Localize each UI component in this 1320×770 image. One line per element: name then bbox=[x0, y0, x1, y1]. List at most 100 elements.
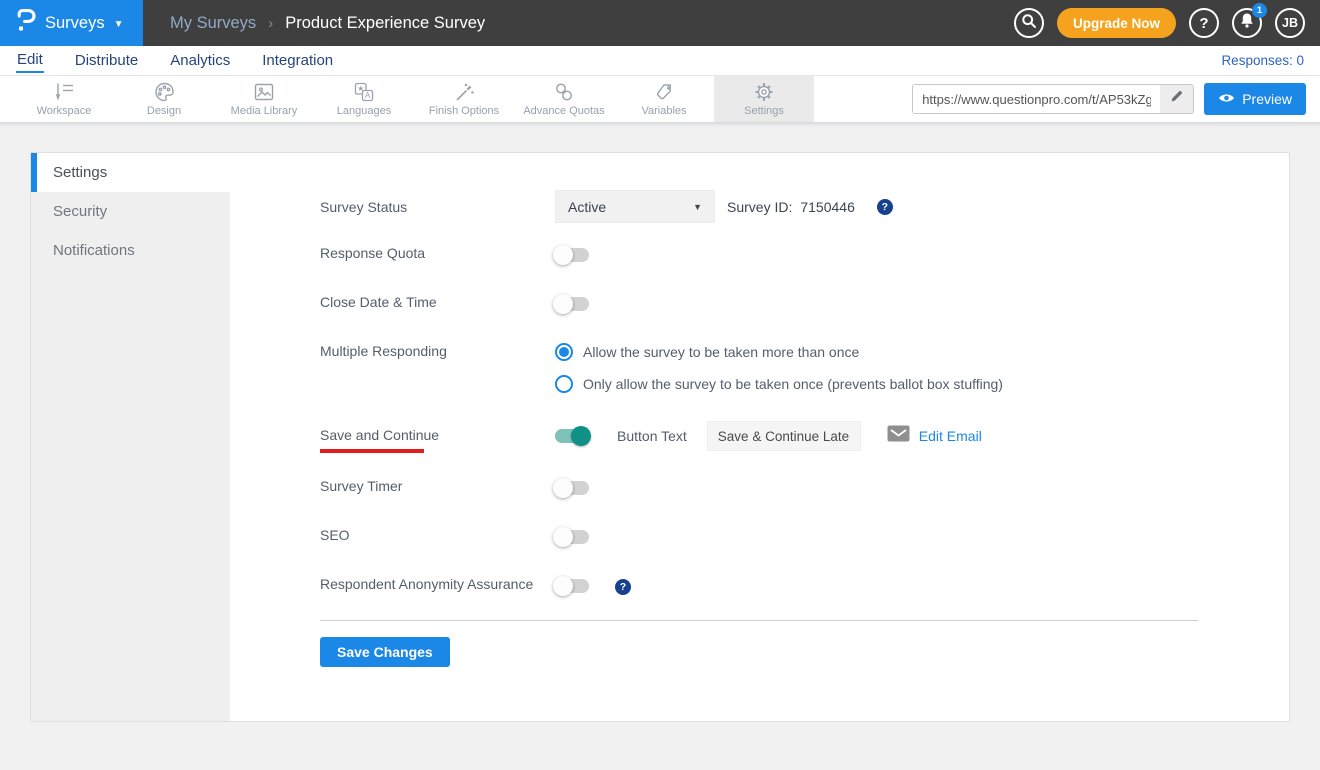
avatar[interactable]: JB bbox=[1275, 8, 1305, 38]
svg-text:A: A bbox=[365, 91, 371, 100]
preview-label: Preview bbox=[1242, 91, 1292, 107]
chevron-down-icon: ▼ bbox=[114, 19, 124, 30]
toolbar-label: Variables bbox=[641, 105, 686, 117]
product-name: Surveys bbox=[45, 14, 105, 33]
tab-edit[interactable]: Edit bbox=[16, 48, 44, 73]
survey-status-label: Survey Status bbox=[320, 199, 555, 215]
palette-icon bbox=[153, 81, 176, 103]
multiple-responding-label: Multiple Responding bbox=[320, 343, 555, 359]
edit-url-button[interactable] bbox=[1160, 85, 1193, 113]
pencil-icon bbox=[1169, 89, 1184, 109]
save-and-continue-row: Save and Continue Button Text Edit Email bbox=[320, 419, 1198, 453]
sidebar-item-settings[interactable]: Settings bbox=[31, 153, 230, 192]
toolbar-item-media-library[interactable]: Media Library bbox=[214, 76, 314, 122]
upgrade-now-button[interactable]: Upgrade Now bbox=[1057, 8, 1176, 38]
image-icon bbox=[252, 81, 276, 103]
notifications-button[interactable]: 1 bbox=[1232, 8, 1262, 38]
survey-nav-tabs: Edit Distribute Analytics Integration Re… bbox=[0, 46, 1320, 76]
respondent-anonymity-label: Respondent Anonymity Assurance bbox=[320, 576, 555, 592]
tag-icon bbox=[652, 81, 676, 103]
translate-icon: ★ A bbox=[352, 81, 376, 103]
radio-allow-once[interactable]: Only allow the survey to be taken once (… bbox=[555, 375, 1003, 393]
survey-url-input[interactable] bbox=[913, 85, 1160, 113]
product-switcher[interactable]: Surveys ▼ bbox=[0, 0, 143, 46]
tab-analytics[interactable]: Analytics bbox=[169, 49, 231, 72]
top-header: Surveys ▼ My Surveys › Product Experienc… bbox=[0, 0, 1320, 46]
survey-id-label: Survey ID: bbox=[727, 199, 792, 215]
search-button[interactable] bbox=[1014, 8, 1044, 38]
breadcrumb-separator-icon: › bbox=[268, 15, 273, 32]
responses-count: Responses: 0 bbox=[1221, 53, 1304, 68]
preview-button[interactable]: Preview bbox=[1204, 83, 1306, 115]
save-changes-button[interactable]: Save Changes bbox=[320, 637, 450, 667]
close-date-label: Close Date & Time bbox=[320, 294, 555, 310]
sidebar-item-security[interactable]: Security bbox=[31, 192, 230, 231]
toolbar-item-workspace[interactable]: Workspace bbox=[14, 76, 114, 122]
radio-icon bbox=[555, 343, 573, 361]
magic-wand-icon bbox=[452, 81, 476, 103]
multiple-responding-row: Multiple Responding Allow the survey to … bbox=[320, 343, 1198, 393]
toolbar-item-design[interactable]: Media Library Design bbox=[114, 76, 214, 122]
eye-icon bbox=[1218, 91, 1235, 107]
close-date-row: Close Date & Time bbox=[320, 294, 1198, 311]
questionpro-logo-icon bbox=[15, 7, 36, 39]
tab-integration[interactable]: Integration bbox=[261, 49, 334, 72]
respondent-anonymity-toggle[interactable] bbox=[555, 579, 589, 593]
seo-toggle[interactable] bbox=[555, 530, 589, 544]
settings-card: Settings Security Notifications Survey S… bbox=[30, 152, 1290, 722]
chain-links-icon bbox=[552, 81, 576, 103]
radio-label: Allow the survey to be taken more than o… bbox=[583, 344, 859, 360]
gear-icon bbox=[752, 81, 776, 103]
button-text-input[interactable] bbox=[707, 421, 861, 451]
survey-timer-row: Survey Timer bbox=[320, 478, 1198, 495]
save-and-continue-label: Save and Continue bbox=[320, 427, 439, 443]
radio-allow-multiple[interactable]: Allow the survey to be taken more than o… bbox=[555, 343, 1003, 361]
sidebar-item-notifications[interactable]: Notifications bbox=[31, 231, 230, 270]
settings-form: Survey Status Active ▼ Survey ID: 715044… bbox=[230, 153, 1289, 721]
survey-id-help-icon[interactable]: ? bbox=[877, 199, 893, 215]
question-mark-icon: ? bbox=[1199, 15, 1208, 32]
bell-icon bbox=[1239, 12, 1255, 34]
form-divider bbox=[320, 620, 1198, 621]
breadcrumb-parent[interactable]: My Surveys bbox=[170, 14, 256, 33]
survey-status-row: Survey Status Active ▼ Survey ID: 715044… bbox=[320, 190, 1198, 223]
edit-email-label: Edit Email bbox=[919, 428, 982, 444]
workspace-icon bbox=[52, 81, 76, 103]
toolbar-label: Languages bbox=[337, 105, 391, 117]
toolbar-item-advance-quotas[interactable]: Advance Quotas bbox=[514, 76, 614, 122]
close-date-toggle[interactable] bbox=[555, 297, 589, 311]
survey-url-group bbox=[912, 84, 1194, 114]
avatar-initials: JB bbox=[1282, 16, 1298, 30]
toolbar-item-languages[interactable]: ★ A Languages bbox=[314, 76, 414, 122]
survey-status-select[interactable]: Active ▼ bbox=[555, 190, 715, 223]
chevron-down-icon: ▼ bbox=[693, 202, 702, 212]
tab-distribute[interactable]: Distribute bbox=[74, 49, 139, 72]
survey-timer-toggle[interactable] bbox=[555, 481, 589, 495]
toolbar-label: Settings bbox=[744, 105, 784, 117]
page-body: Settings Security Notifications Survey S… bbox=[0, 123, 1320, 751]
help-button[interactable]: ? bbox=[1189, 8, 1219, 38]
edit-email-link[interactable]: Edit Email bbox=[887, 425, 982, 447]
toolbar-item-variables[interactable]: Variables bbox=[614, 76, 714, 122]
toolbar-item-settings[interactable]: Settings bbox=[714, 76, 814, 122]
toolbar-label: Advance Quotas bbox=[523, 105, 604, 117]
save-and-continue-label-wrap: Save and Continue bbox=[320, 419, 555, 453]
response-quota-toggle[interactable] bbox=[555, 248, 589, 262]
seo-row: SEO bbox=[320, 527, 1198, 544]
envelope-icon bbox=[887, 425, 910, 447]
notification-badge: 1 bbox=[1252, 3, 1267, 18]
button-text-label: Button Text bbox=[617, 428, 687, 444]
anonymity-help-icon[interactable]: ? bbox=[615, 579, 631, 595]
radio-icon bbox=[555, 375, 573, 393]
page-title: Product Experience Survey bbox=[285, 14, 485, 33]
toolbar-right-group: Preview bbox=[912, 76, 1320, 122]
edit-toolbar: Workspace Media Library Design Media Lib… bbox=[0, 76, 1320, 123]
toolbar-label: Finish Options bbox=[429, 105, 499, 117]
toolbar-label: Workspace bbox=[37, 105, 92, 117]
response-quota-row: Response Quota bbox=[320, 245, 1198, 262]
settings-sidebar: Settings Security Notifications bbox=[31, 153, 230, 721]
survey-timer-label: Survey Timer bbox=[320, 478, 555, 494]
save-and-continue-toggle[interactable] bbox=[555, 429, 589, 443]
response-quota-label: Response Quota bbox=[320, 245, 555, 261]
toolbar-item-finish-options[interactable]: Finish Options bbox=[414, 76, 514, 122]
